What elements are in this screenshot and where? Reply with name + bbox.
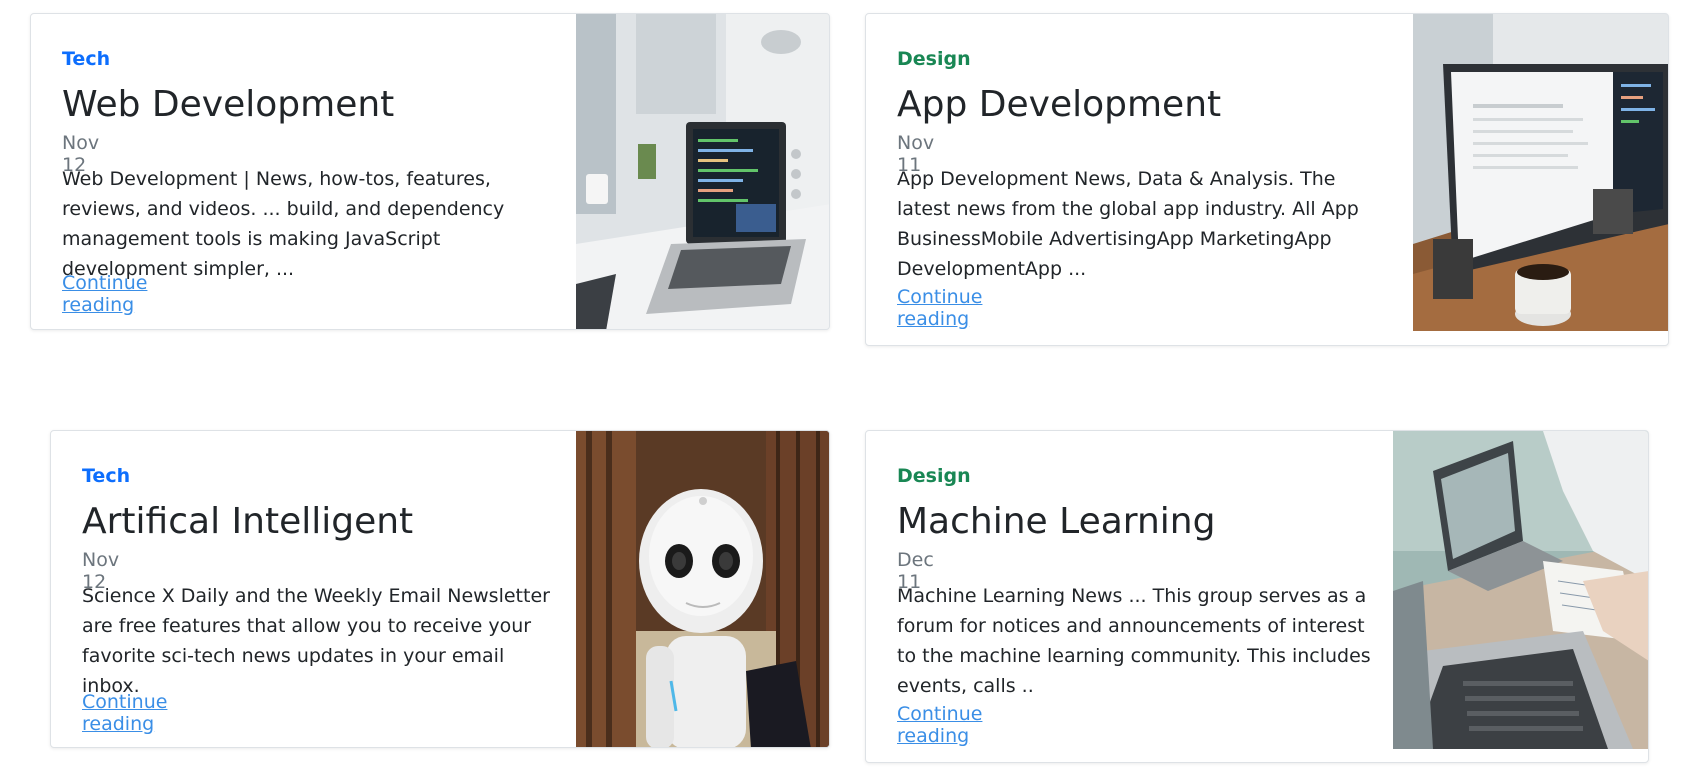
article-card: Tech Web Development Nov 12 Web Developm… [30, 13, 830, 330]
article-title: Machine Learning [897, 501, 1216, 542]
article-card: Design Machine Learning Dec 11 Machine L… [865, 430, 1649, 763]
category-label: Tech [82, 465, 131, 487]
robot-photo [576, 431, 829, 747]
article-excerpt: Web Development | News, how-tos, feature… [62, 168, 505, 280]
article-card: Design App Development Nov 11 App Develo… [865, 13, 1669, 346]
category-label: Tech [62, 48, 111, 70]
continue-reading-link[interactable]: Continue reading [82, 691, 167, 735]
category-label: Design [897, 48, 971, 70]
laptop-desk-photo [576, 14, 829, 329]
category-label: Design [897, 465, 971, 487]
article-title: Web Development [62, 84, 395, 125]
article-title: Artifical Intelligent [82, 501, 414, 542]
article-excerpt: App Development News, Data & Analysis. T… [897, 168, 1359, 280]
article-card: Tech Artifical Intelligent Nov 12 Scienc… [50, 430, 830, 748]
article-excerpt: Science X Daily and the Weekly Email New… [82, 585, 550, 697]
monitor-coffee-photo [1413, 14, 1668, 331]
article-excerpt: Machine Learning News ... This group ser… [897, 585, 1371, 697]
continue-reading-link[interactable]: Continue reading [62, 272, 147, 316]
laptops-meeting-photo [1393, 431, 1648, 749]
continue-reading-link[interactable]: Continue reading [897, 286, 982, 330]
article-title: App Development [897, 84, 1222, 125]
continue-reading-link[interactable]: Continue reading [897, 703, 982, 747]
